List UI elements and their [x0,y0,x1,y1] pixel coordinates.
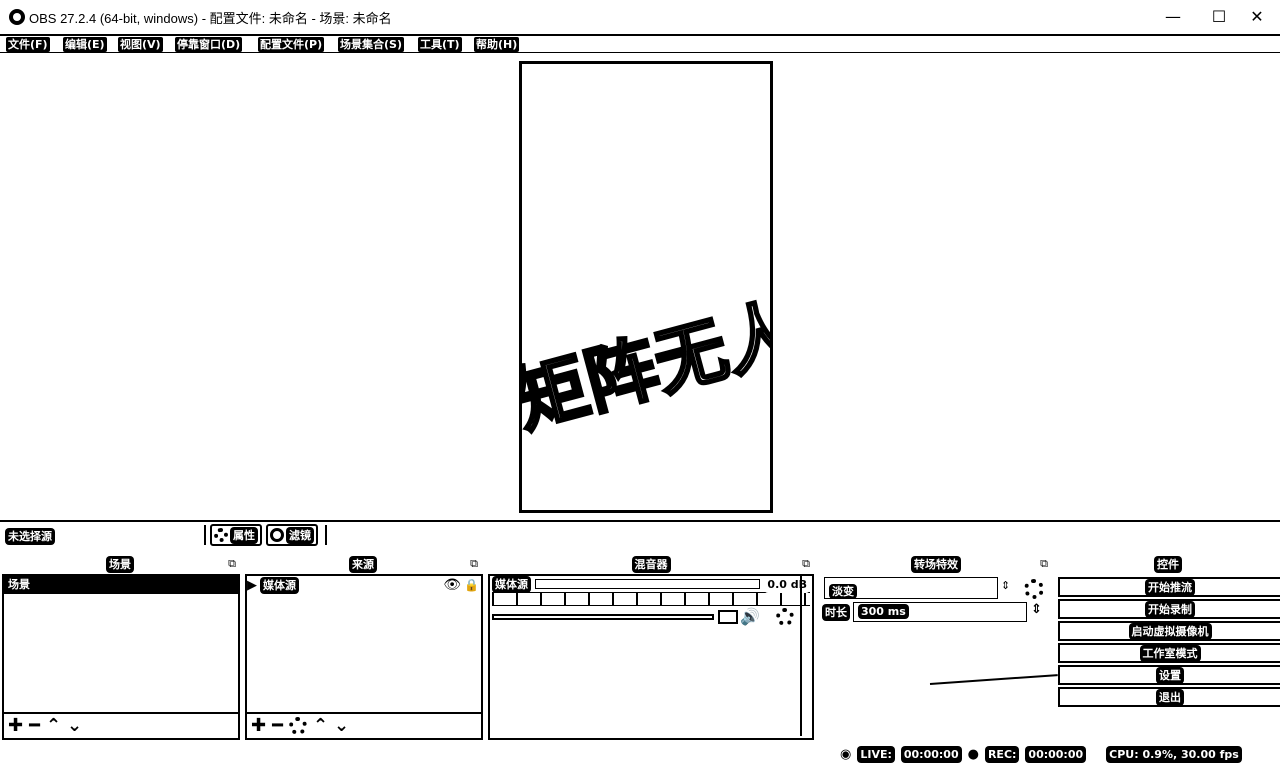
source-item[interactable]: ▶ 媒体源 👁 🔒 [247,576,481,594]
menu-help[interactable]: 帮助(H) [474,37,520,52]
menu-view[interactable]: 视图(V) [118,37,163,52]
menu-scene-collection[interactable]: 场景集合(S) [338,37,404,52]
remove-scene-icon[interactable]: ━ [29,716,40,736]
exit-button[interactable]: 退出 [1058,687,1280,707]
filters-button[interactable]: 滤镜 [266,524,318,546]
cpu-status: CPU: 0.9%, 30.00 fps [1106,745,1242,763]
rec-time: 00:00:00 [1025,745,1087,763]
sources-title: 来源 [349,555,377,573]
sources-toolbar: ✚ ━ ⌃ ⌄ [245,714,483,740]
add-source-icon[interactable]: ✚ [251,716,266,736]
separator [325,525,327,545]
source-toolbar: 未选择源 属性 滤镜 [0,520,1280,548]
mixer-channel-header: 媒体源 0.0 dB [490,575,812,593]
select-arrow-icon[interactable]: ⇕ [1001,579,1010,592]
visibility-eye-icon[interactable]: 👁 [443,577,461,593]
close-button[interactable]: ✕ [1234,0,1280,33]
transitions-title: 转场特效 [911,555,961,573]
volume-row: 🔊 [490,606,812,628]
rec-label: REC: [984,745,1020,763]
window-title: OBS 27.2.4 (64-bit, windows) - 配置文件: 未命名… [29,11,392,26]
menu-tools[interactable]: 工具(T) [418,37,462,52]
overlay-text: 矩阵无人 [519,286,773,445]
gear-icon [214,528,228,542]
meter-scale [492,592,810,606]
play-icon: ▶ [247,577,257,593]
float-icon[interactable]: ⧉ [1040,557,1048,571]
preview-canvas[interactable]: 矩阵无人 [519,61,773,513]
transition-type: 淡变 [829,584,857,599]
remove-source-icon[interactable]: ━ [272,716,283,736]
mixer-settings-icon[interactable] [776,608,794,626]
duration-value: 300 ms [858,604,909,619]
start-streaming-label: 开始推流 [1145,578,1195,596]
settings-button[interactable]: 设置 [1058,665,1280,685]
source-settings-icon[interactable] [288,717,307,735]
level-meter [535,579,761,589]
scenes-toolbar: ✚ ━ ⌃ ⌄ [2,714,240,740]
rec-icon: ● [967,746,979,762]
move-up-icon[interactable]: ⌃ [46,716,61,736]
transition-settings-icon[interactable] [1024,579,1044,599]
live-label: LIVE: [857,745,895,763]
menu-file[interactable]: 文件(F) [6,37,50,52]
filters-label: 滤镜 [286,526,314,544]
move-down-icon[interactable]: ⌄ [334,716,349,736]
source-name: 媒体源 [260,576,299,594]
status-bar: ◉ LIVE: 00:00:00 ● REC: 00:00:00 CPU: 0.… [840,744,1242,764]
separator [204,525,206,545]
live-time: 00:00:00 [900,745,962,763]
studio-mode-label: 工作室模式 [1139,644,1201,662]
move-down-icon[interactable]: ⌄ [67,716,82,736]
audio-mixer: 媒体源 0.0 dB 🔊 [488,574,814,740]
studio-mode-button[interactable]: 工作室模式 [1058,643,1280,663]
virtual-camera-button[interactable]: 启动虚拟摄像机 [1058,621,1280,641]
mixer-channel-name: 媒体源 [492,575,531,593]
scenes-dock-header: 场景 ⧉ [0,555,240,573]
transitions-dock-header: 转场特效 ⧉ [820,555,1052,573]
live-icon: ◉ [840,746,852,762]
menu-edit[interactable]: 编辑(E) [63,37,107,52]
volume-slider[interactable] [492,614,714,620]
add-scene-icon[interactable]: ✚ [8,716,23,736]
scenes-title: 场景 [106,555,134,573]
settings-label: 设置 [1156,666,1184,684]
filter-icon [270,528,284,542]
minimize-button[interactable]: — [1150,0,1196,33]
properties-label: 属性 [230,526,258,544]
mixer-dock-header: 混音器 ⧉ [488,555,814,573]
annotation-arrow [929,674,1058,685]
volume-handle[interactable] [718,610,738,624]
no-source-label: 未选择源 [5,528,55,545]
lock-icon[interactable]: 🔒 [464,578,479,592]
menu-profile[interactable]: 配置文件(P) [258,37,325,52]
menu-docks[interactable]: 停靠窗口(D) [175,37,243,52]
float-icon[interactable]: ⧉ [470,557,478,571]
duration-label: 时长 [822,604,850,621]
mixer-title: 混音器 [631,555,671,573]
mixer-scrollbar[interactable] [800,576,810,736]
duration-spinner-icon[interactable]: ⇕ [1031,602,1042,617]
scene-item[interactable]: 场景 [4,576,238,594]
properties-button[interactable]: 属性 [210,524,262,546]
virtual-camera-label: 启动虚拟摄像机 [1128,622,1212,640]
start-recording-label: 开始录制 [1145,600,1195,618]
transition-select[interactable]: 淡变 [824,577,998,599]
start-recording-button[interactable]: 开始录制 [1058,599,1280,619]
scenes-list[interactable]: 场景 [2,574,240,714]
obs-logo-icon [9,9,25,25]
sources-dock-header: 来源 ⧉ [244,555,482,573]
float-icon[interactable]: ⧉ [802,557,810,571]
exit-label: 退出 [1156,688,1184,706]
start-streaming-button[interactable]: 开始推流 [1058,577,1280,597]
controls-dock-header: 控件 [1056,555,1280,573]
move-up-icon[interactable]: ⌃ [313,716,328,736]
sources-list[interactable]: ▶ 媒体源 👁 🔒 [245,574,483,714]
title-bar: OBS 27.2.4 (64-bit, windows) - 配置文件: 未命名… [0,0,1280,34]
duration-input[interactable]: 300 ms [853,602,1027,622]
speaker-icon[interactable]: 🔊 [740,607,760,626]
controls-title: 控件 [1154,555,1182,573]
float-icon[interactable]: ⧉ [228,557,236,571]
menu-bar: 文件(F) 编辑(E) 视图(V) 停靠窗口(D) 配置文件(P) 场景集合(S… [0,34,1280,53]
